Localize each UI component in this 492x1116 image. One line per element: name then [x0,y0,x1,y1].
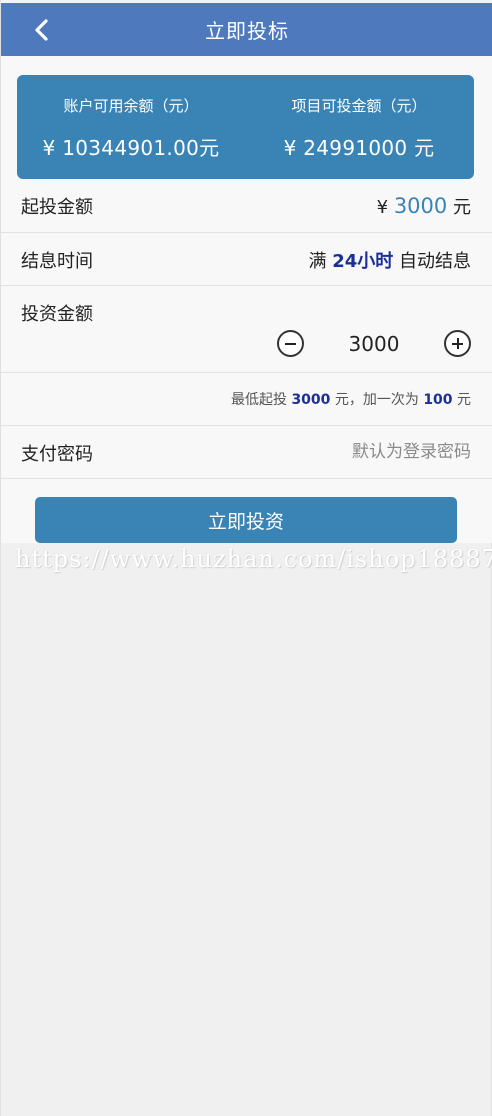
balance-card: 账户可用余额（元） ¥ 10344901.00元 项目可投金额（元） ¥ 249… [17,75,474,179]
min-invest-row: 起投金额 ¥ 3000 元 [1,179,492,233]
page-title: 立即投标 [205,19,289,43]
back-button[interactable] [27,13,57,47]
invest-amount-row: 投资金额 [1,286,492,373]
note-step: 100 [423,392,453,408]
min-invest-label: 起投金额 [21,197,93,218]
note-unit: 元 [457,392,471,408]
available-balance-value: ¥ 10344901.00元 [42,136,220,160]
note-min: 3000 [291,392,331,408]
note-middle: 元，加一次为 [334,392,419,408]
header-bar: 立即投标 [1,0,492,56]
payment-password-field[interactable] [251,436,471,468]
settlement-prefix: 满 [308,251,327,272]
available-balance: 账户可用余额（元） ¥ 10344901.00元 [17,75,245,179]
minus-circle-icon[interactable] [277,330,304,357]
invest-submit-button[interactable]: 立即投资 [35,497,457,543]
investable-amount-label: 项目可投金额（元） [291,97,427,115]
invest-rule-row: 最低起投 3000 元，加一次为 100 元 [1,373,492,426]
investable-amount-value: ¥ 24991000 元 [283,136,435,160]
invest-form: 账户可用余额（元） ¥ 10344901.00元 项目可投金额（元） ¥ 249… [1,56,492,543]
chevron-left-icon [35,19,48,41]
currency-symbol: ¥ [376,197,389,218]
min-invest-unit: 元 [453,197,471,218]
settlement-suffix: 自动结息 [399,251,471,272]
min-invest-amount: 3000 [393,194,448,218]
payment-password-row: 支付密码 [1,426,492,479]
invest-amount-label: 投资金额 [21,304,93,325]
settlement-row: 结息时间 满 24小时 自动结息 [1,233,492,286]
quantity-stepper [277,330,471,358]
settlement-label: 结息时间 [21,251,93,272]
watermark-text: https://www.huzhan.com/ishop18887 [15,545,492,573]
investable-amount: 项目可投金额（元） ¥ 24991000 元 [245,75,473,179]
note-prefix: 最低起投 [230,392,287,408]
plus-circle-icon[interactable] [444,330,471,357]
available-balance-label: 账户可用余额（元） [63,97,199,115]
settlement-value: 满 24小时 自动结息 [308,247,471,273]
payment-password-label: 支付密码 [21,444,93,465]
page: 立即投标 账户可用余额（元） ¥ 10344901.00元 项目可投金额（元） … [0,0,492,1116]
min-invest-value: ¥ 3000 元 [377,193,471,219]
invest-amount-input[interactable] [317,330,431,358]
invest-rule-note: 最低起投 3000 元，加一次为 100 元 [231,389,471,409]
settlement-duration: 24小时 [332,251,394,272]
